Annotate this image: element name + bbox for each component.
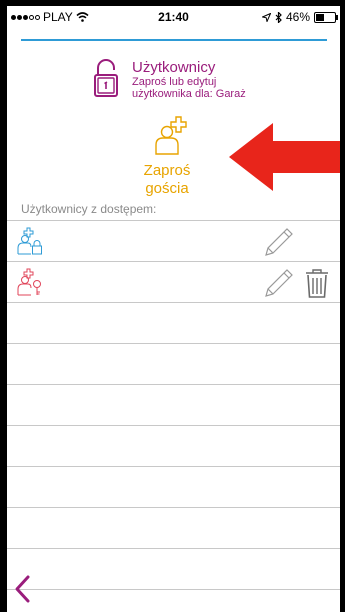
status-bar: PLAY 21:40 46% bbox=[7, 6, 340, 28]
empty-row bbox=[7, 507, 340, 548]
user-row[interactable] bbox=[7, 261, 340, 302]
status-right: 46% bbox=[261, 10, 338, 24]
user-lock-icon bbox=[17, 227, 42, 255]
chevron-left-icon[interactable] bbox=[13, 574, 33, 604]
empty-row bbox=[7, 466, 340, 507]
users-with-access-label: Użytkownicy z dostępem: bbox=[21, 202, 157, 216]
empty-row bbox=[7, 302, 340, 343]
users-list bbox=[7, 220, 340, 590]
battery-percent: 46% bbox=[285, 10, 310, 24]
red-arrow-annotation bbox=[229, 123, 340, 191]
empty-row bbox=[7, 548, 340, 590]
page-subtitle: Zaproś lub edytuj użytkownika dla: Garaż bbox=[132, 76, 332, 100]
empty-row bbox=[7, 425, 340, 466]
empty-row bbox=[7, 384, 340, 425]
header-divider bbox=[21, 39, 327, 41]
subtitle-line-2: użytkownika dla: Garaż bbox=[132, 88, 246, 100]
page-header: Użytkownicy Zaproś lub edytuj użytkownik… bbox=[93, 56, 333, 104]
invite-guest-label: Zaproś gościa bbox=[117, 162, 217, 198]
invite-label-line-2: gościa bbox=[145, 180, 189, 197]
page-title: Użytkownicy bbox=[132, 59, 216, 76]
person-plus-icon bbox=[155, 116, 187, 155]
unlocked-padlock-icon bbox=[94, 59, 118, 97]
empty-row bbox=[7, 343, 340, 384]
invite-guest-button[interactable]: Zaproś gościa bbox=[117, 116, 217, 206]
location-arrow-icon bbox=[261, 12, 271, 22]
user-row[interactable] bbox=[7, 220, 340, 261]
bluetooth-icon bbox=[275, 11, 282, 23]
battery-icon bbox=[314, 11, 338, 23]
user-key-icon bbox=[17, 268, 41, 296]
trash-icon[interactable] bbox=[305, 268, 329, 298]
edit-pencil-icon[interactable] bbox=[262, 268, 294, 298]
invite-label-line-1: Zaproś bbox=[143, 162, 191, 179]
subtitle-line-1: Zaproś lub edytuj bbox=[132, 76, 217, 88]
app-screen: PLAY 21:40 46% Użytkownicy Zaproś lub ed… bbox=[7, 6, 340, 612]
edit-pencil-icon[interactable] bbox=[262, 227, 294, 257]
